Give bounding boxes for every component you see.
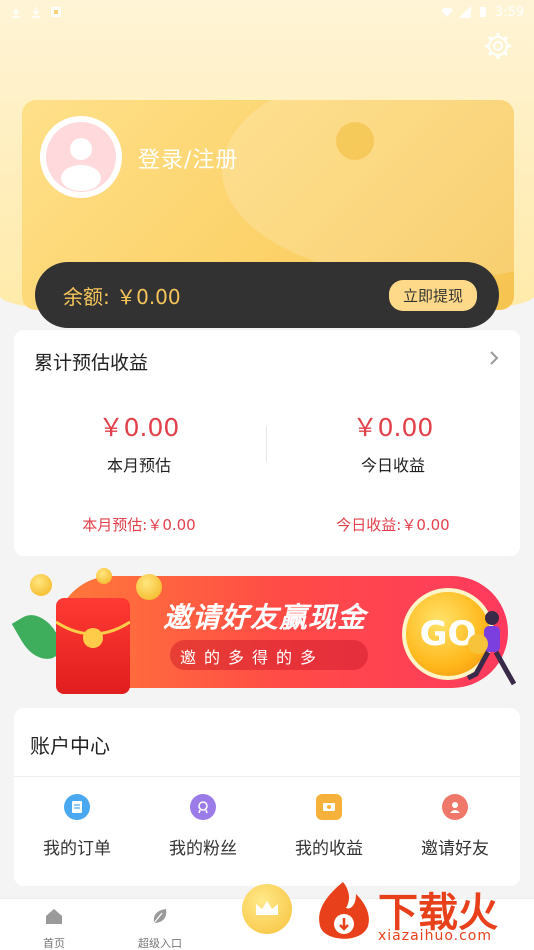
card-decoration-dot bbox=[336, 122, 374, 160]
gear-icon bbox=[485, 33, 511, 59]
account-item-fans[interactable]: 我的粉丝 bbox=[140, 794, 266, 859]
download-icon bbox=[12, 7, 20, 18]
banner-subtitle: 邀的多得的多 bbox=[180, 648, 325, 667]
nav-label: 首页 bbox=[43, 937, 65, 950]
download-icon bbox=[32, 7, 40, 18]
coin-icon bbox=[136, 574, 162, 600]
watermark-domain: xiazaihuo.com bbox=[378, 928, 492, 944]
watermark: 下载火 xiazaihuo.com bbox=[312, 876, 534, 950]
month-earnings: ￥0.00 本月预估 bbox=[14, 408, 264, 476]
month-label: 本月预估 bbox=[106, 456, 171, 475]
divider bbox=[266, 426, 267, 462]
income-icon bbox=[316, 794, 342, 820]
avatar-inner bbox=[46, 122, 116, 192]
balance-text: 余额: ￥0.00 bbox=[63, 284, 181, 309]
avatar[interactable] bbox=[40, 116, 122, 198]
login-register-link[interactable]: 登录/注册 bbox=[138, 142, 238, 174]
battery-icon bbox=[479, 7, 486, 17]
earnings-card: 累计预估收益 ￥0.00 本月预估 ￥0.00 今日收益 本月预估:￥0.00 … bbox=[14, 330, 520, 556]
user-icon bbox=[61, 138, 101, 191]
account-item-label: 我的订单 bbox=[43, 839, 111, 859]
settings-button[interactable] bbox=[482, 30, 514, 62]
account-center-card: 账户中心 我的订单 我的粉丝 我的收益 邀请好友 bbox=[14, 708, 520, 886]
leaf-icon bbox=[153, 909, 167, 924]
invite-icon bbox=[442, 794, 468, 820]
status-bar: 3:59 bbox=[0, 0, 534, 24]
nav-label: 超级入口 bbox=[138, 937, 182, 950]
account-item-orders[interactable]: 我的订单 bbox=[14, 794, 140, 859]
order-icon bbox=[64, 794, 90, 820]
banner-title: 邀请好友赢现金 bbox=[163, 601, 367, 634]
nav-item-super-entry[interactable]: 超级入口 bbox=[120, 907, 200, 950]
status-left bbox=[10, 6, 62, 18]
signal-icon bbox=[458, 6, 471, 18]
account-item-income[interactable]: 我的收益 bbox=[266, 794, 392, 859]
red-envelope-icon bbox=[55, 598, 131, 694]
account-item-label: 我的粉丝 bbox=[169, 839, 237, 859]
account-item-label: 邀请好友 bbox=[421, 839, 489, 859]
coin-icon bbox=[30, 574, 52, 596]
today-earnings: ￥0.00 今日收益 bbox=[268, 408, 518, 476]
invite-banner[interactable]: 邀请好友赢现金 邀的多得的多 GO bbox=[11, 568, 518, 696]
home-icon bbox=[46, 909, 62, 924]
coin-icon bbox=[96, 568, 112, 584]
withdraw-button[interactable]: 立即提现 bbox=[388, 279, 477, 311]
earnings-title: 累计预估收益 bbox=[34, 352, 149, 374]
crown-icon bbox=[256, 901, 278, 915]
nav-item-home[interactable]: 首页 bbox=[14, 907, 94, 950]
account-center-title: 账户中心 bbox=[30, 734, 110, 758]
month-subtext: 本月预估:￥0.00 bbox=[82, 516, 196, 534]
today-subtext: 今日收益:￥0.00 bbox=[336, 516, 450, 534]
balance-bar: 余额: ￥0.00 立即提现 bbox=[35, 262, 499, 328]
account-item-invite[interactable]: 邀请好友 bbox=[392, 794, 518, 859]
runner-icon bbox=[466, 611, 517, 686]
status-right: 3:59 bbox=[440, 4, 524, 20]
month-amount: ￥0.00 bbox=[98, 413, 180, 442]
flame-logo-icon bbox=[319, 882, 369, 939]
crown-button[interactable] bbox=[242, 884, 292, 934]
divider bbox=[14, 776, 520, 777]
image-icon bbox=[51, 7, 61, 17]
today-amount: ￥0.00 bbox=[352, 413, 434, 442]
account-item-label: 我的收益 bbox=[295, 839, 363, 859]
chevron-right-icon[interactable] bbox=[488, 350, 500, 371]
fans-icon bbox=[190, 794, 216, 820]
wifi-icon bbox=[440, 7, 453, 17]
status-time: 3:59 bbox=[494, 4, 524, 20]
today-label: 今日收益 bbox=[360, 456, 425, 475]
